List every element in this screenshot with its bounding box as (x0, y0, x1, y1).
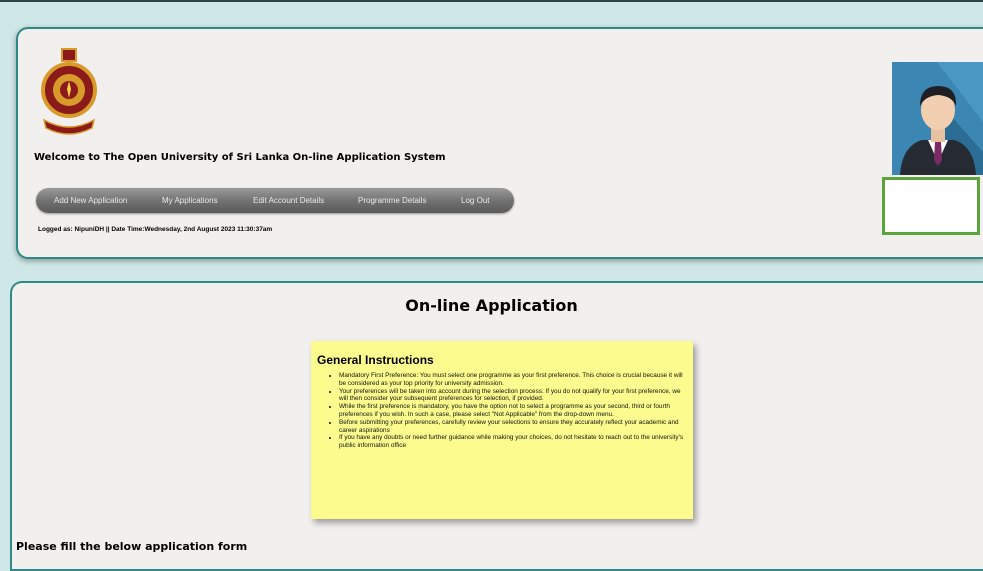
instructions-box: General Instructions Mandatory First Pre… (311, 341, 693, 519)
instruction-item: Mandatory First Preference: You must sel… (339, 372, 685, 388)
form-note: Please fill the below application form (16, 540, 248, 553)
avatar-frame (882, 177, 980, 235)
instruction-item: Your preferences will be taken into acco… (339, 388, 685, 404)
nav-log-out[interactable]: Log Out (461, 196, 489, 205)
instruction-item: Before submitting your preferences, care… (339, 419, 685, 435)
nav-my-applications[interactable]: My Applications (162, 196, 218, 205)
nav-edit-account-details[interactable]: Edit Account Details (253, 196, 324, 205)
page-title: On-line Application (405, 296, 578, 315)
logged-info: Logged as: NipuniDH || Date Time:Wednesd… (38, 226, 273, 233)
user-avatar-icon (892, 62, 983, 175)
welcome-text: Welcome to The Open University of Sri La… (34, 152, 446, 163)
instructions-title: General Instructions (317, 353, 434, 367)
instruction-item: While the first preference is mandatory,… (339, 403, 685, 419)
instruction-item: If you have any doubts or need further g… (339, 434, 685, 450)
nav-programme-details[interactable]: Programme Details (358, 196, 426, 205)
nav-add-new-application[interactable]: Add New Application (54, 196, 127, 205)
header-panel (16, 27, 983, 259)
university-crest-icon (41, 48, 97, 135)
top-border (0, 0, 983, 11)
nav-bar: Add New Application My Applications Edit… (36, 188, 514, 213)
instructions-list: Mandatory First Preference: You must sel… (317, 372, 685, 450)
